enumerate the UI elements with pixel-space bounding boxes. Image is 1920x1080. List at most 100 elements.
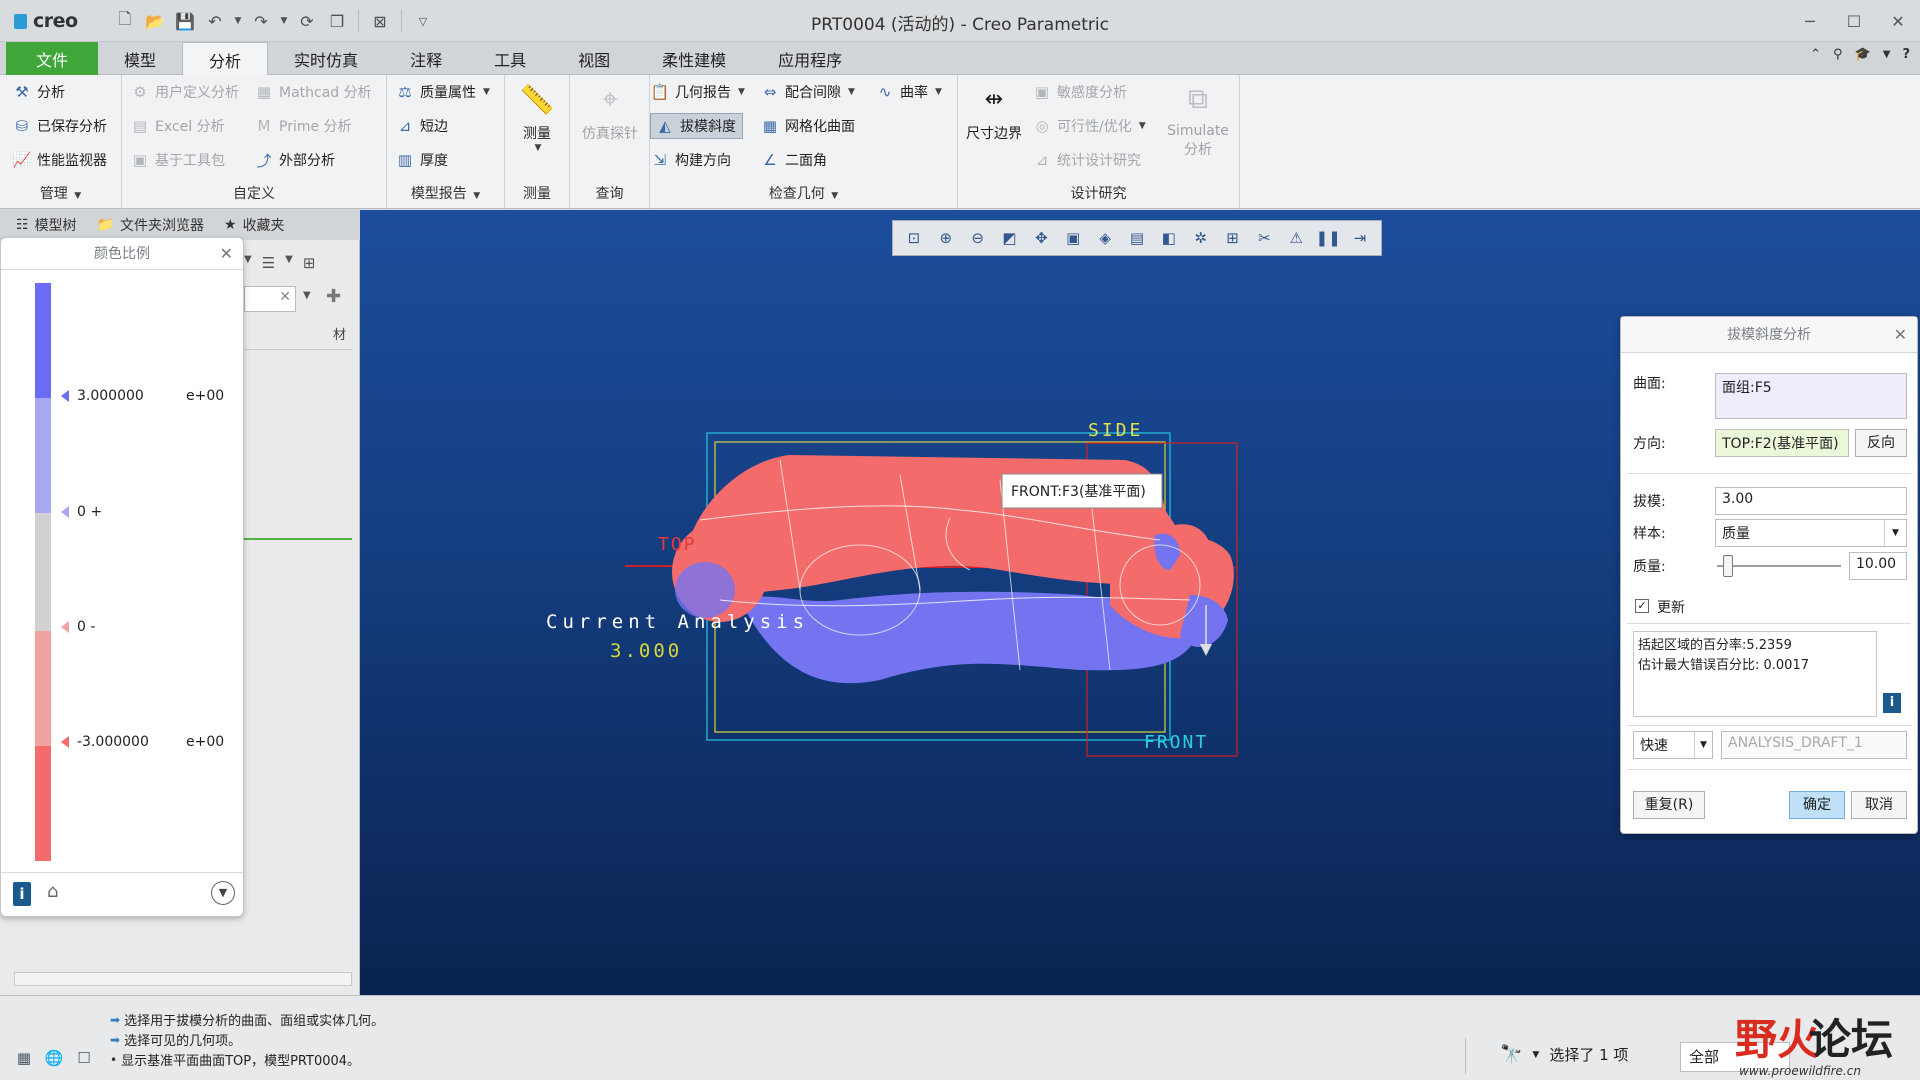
measure-dropdown-icon[interactable]: ▼ bbox=[507, 143, 569, 153]
save-icon[interactable]: 💾 bbox=[172, 8, 198, 34]
info-icon[interactable]: i bbox=[13, 882, 31, 906]
regenerate-icon[interactable]: ⟳ bbox=[294, 8, 320, 34]
sample-select[interactable]: 质量 ▼ bbox=[1715, 519, 1907, 547]
ok-button[interactable]: 确定 bbox=[1789, 791, 1845, 819]
minimize-ribbon-icon[interactable]: ⌃ bbox=[1810, 47, 1821, 62]
tab-model[interactable]: 模型 bbox=[98, 42, 182, 75]
tree-filter-icon[interactable]: ⊞ bbox=[303, 254, 316, 272]
excel-analysis-button[interactable]: ▤ Excel 分析 bbox=[130, 113, 225, 139]
simulation-probe-button[interactable]: ⌖ 仿真探针 bbox=[578, 79, 642, 143]
short-edge-button[interactable]: ⊿ 短边 bbox=[395, 113, 448, 139]
update-checkbox[interactable]: ✓ bbox=[1635, 599, 1649, 613]
marker-icon[interactable] bbox=[61, 506, 69, 518]
tab-folder-browser[interactable]: 📁 文件夹浏览器 bbox=[97, 215, 204, 235]
group-label-manage[interactable]: 管理 ▼ bbox=[0, 183, 121, 203]
mesh-surface-button[interactable]: ▦ 网格化曲面 bbox=[760, 113, 855, 139]
search-help-icon[interactable]: ⚲ bbox=[1833, 47, 1843, 62]
sensitivity-analysis-button[interactable]: ▣ 敏感度分析 bbox=[1032, 79, 1127, 105]
marker-icon[interactable] bbox=[61, 736, 69, 748]
feasibility-optimization-button[interactable]: ◎ 可行性/优化 ▼ bbox=[1032, 113, 1145, 139]
external-analysis-button[interactable]: ⤴ 外部分析 bbox=[254, 147, 335, 173]
close-icon[interactable]: ✕ bbox=[1876, 0, 1920, 42]
mathcad-analysis-button[interactable]: ▦ Mathcad 分析 bbox=[254, 79, 372, 105]
close-window-icon[interactable]: ⊠ bbox=[367, 8, 393, 34]
tab-live-simulation[interactable]: 实时仿真 bbox=[268, 42, 384, 75]
home-icon[interactable]: ⌂ bbox=[47, 881, 58, 902]
prime-analysis-button[interactable]: M Prime 分析 bbox=[254, 113, 352, 139]
close-icon[interactable]: ✕ bbox=[1894, 317, 1907, 353]
undo-icon[interactable]: ↶ bbox=[202, 8, 228, 34]
tab-applications[interactable]: 应用程序 bbox=[752, 42, 868, 75]
minimize-icon[interactable]: ─ bbox=[1788, 0, 1832, 42]
analysis-name-input[interactable]: ANALYSIS_DRAFT_1 bbox=[1721, 731, 1907, 759]
open-folder-icon[interactable]: 📂 bbox=[142, 8, 168, 34]
simulate-analysis-button[interactable]: ⧉ Simulate 分析 bbox=[1162, 79, 1234, 159]
quality-slider-thumb[interactable] bbox=[1722, 555, 1733, 577]
info-icon[interactable]: i bbox=[1883, 693, 1901, 713]
user-defined-analysis-button[interactable]: ⚙ 用户定义分析 bbox=[130, 79, 239, 105]
clear-search-icon[interactable]: ✕ bbox=[279, 289, 291, 305]
options-dropdown-icon[interactable]: ▼ bbox=[1883, 49, 1891, 60]
performance-monitor-button[interactable]: 📈 性能监视器 bbox=[12, 147, 107, 173]
repeat-button[interactable]: 重复(R) bbox=[1633, 791, 1705, 819]
expand-options-icon[interactable]: ▼ bbox=[211, 881, 235, 905]
help-icon[interactable]: ? bbox=[1902, 47, 1910, 62]
tab-annotate[interactable]: 注释 bbox=[384, 42, 468, 75]
tab-flexible-modeling[interactable]: 柔性建模 bbox=[636, 42, 752, 75]
tab-analysis[interactable]: 分析 bbox=[182, 42, 269, 76]
draft-analysis-button[interactable]: ◭ 拔模斜度 bbox=[650, 113, 743, 139]
dihedral-angle-button[interactable]: ∠ 二面角 bbox=[760, 147, 827, 173]
tree-settings-dropdown-icon[interactable]: ▼ bbox=[285, 254, 293, 272]
measure-button[interactable]: 📏 测量 ▼ bbox=[505, 79, 569, 154]
statistical-design-study-button[interactable]: ⊿ 统计设计研究 bbox=[1032, 147, 1141, 173]
windows-icon[interactable]: ❐ bbox=[324, 8, 350, 34]
analysis-button[interactable]: ⚒ 分析 bbox=[12, 79, 65, 105]
direction-collector[interactable]: TOP:F2(基准平面) bbox=[1715, 429, 1849, 457]
geometry-report-button[interactable]: 📋 几何报告 ▼ bbox=[650, 79, 745, 105]
tree-settings-icon[interactable]: ☰ bbox=[262, 254, 275, 272]
learning-connector-icon[interactable]: 🎓 bbox=[1855, 47, 1871, 62]
group-label-inspect-geometry[interactable]: 检查几何 ▼ bbox=[650, 183, 957, 203]
mass-properties-button[interactable]: ⚖ 质量属性 ▼ bbox=[395, 79, 490, 105]
tree-search-input[interactable]: ✕ bbox=[244, 286, 296, 312]
full-screen-icon[interactable]: ☐ bbox=[72, 1046, 96, 1070]
horizontal-scrollbar[interactable] bbox=[14, 972, 352, 986]
draft-angle-input[interactable]: 3.00 bbox=[1715, 487, 1907, 515]
toggle-navigator-icon[interactable]: ▦ bbox=[12, 1046, 36, 1070]
toolkit-based-button[interactable]: ▣ 基于工具包 bbox=[130, 147, 225, 173]
tab-model-tree[interactable]: ☷ 模型树 bbox=[16, 215, 77, 235]
marker-icon[interactable] bbox=[61, 390, 69, 402]
search-dropdown-icon[interactable]: ▼ bbox=[303, 290, 311, 301]
quality-input[interactable]: 10.00 bbox=[1849, 552, 1907, 580]
close-icon[interactable]: ✕ bbox=[220, 238, 233, 270]
clearance-button[interactable]: ⇔ 配合间隙 ▼ bbox=[760, 79, 855, 105]
marker-icon[interactable] bbox=[61, 621, 69, 633]
group-label-model-report[interactable]: 模型报告 ▼ bbox=[387, 183, 504, 203]
selected-count[interactable]: 选择了 1 项 bbox=[1549, 1044, 1628, 1065]
saved-analysis-button[interactable]: ⛁ 已保存分析 bbox=[12, 113, 107, 139]
tab-tools[interactable]: 工具 bbox=[468, 42, 552, 75]
toggle-browser-icon[interactable]: 🌐 bbox=[42, 1046, 66, 1070]
quality-slider-track[interactable] bbox=[1717, 565, 1841, 567]
curvature-button[interactable]: ∿ 曲率 ▼ bbox=[875, 79, 942, 105]
cancel-button[interactable]: 取消 bbox=[1851, 791, 1907, 819]
new-file-icon[interactable]: 🗋 bbox=[112, 8, 138, 34]
reverse-button[interactable]: 反向 bbox=[1855, 429, 1907, 457]
tab-favorites[interactable]: ★ 收藏夹 bbox=[224, 215, 285, 235]
redo-icon[interactable]: ↷ bbox=[248, 8, 274, 34]
maximize-icon[interactable]: ☐ bbox=[1832, 0, 1876, 42]
tree-dropdown-icon[interactable]: ▼ bbox=[244, 254, 252, 272]
tab-view[interactable]: 视图 bbox=[552, 42, 636, 75]
thickness-button[interactable]: ▥ 厚度 bbox=[395, 147, 448, 173]
add-column-icon[interactable]: ✚ bbox=[326, 286, 341, 307]
find-dropdown-icon[interactable]: ▼ bbox=[1532, 1050, 1539, 1060]
tab-file[interactable]: 文件 bbox=[6, 42, 99, 75]
analysis-mode-select[interactable]: 快速 ▼ bbox=[1633, 731, 1713, 759]
redo-dropdown-icon[interactable]: ▼ bbox=[278, 8, 290, 34]
surface-collector[interactable]: 面组:F5 bbox=[1715, 373, 1907, 419]
build-direction-button[interactable]: ⇲ 构建方向 bbox=[650, 147, 731, 173]
dimension-boundary-button[interactable]: ⇹ 尺寸边界 bbox=[962, 79, 1026, 143]
undo-dropdown-icon[interactable]: ▼ bbox=[232, 8, 244, 34]
find-icon[interactable]: 🔭 bbox=[1500, 1044, 1522, 1065]
customize-toolbar-icon[interactable]: ▽ bbox=[410, 8, 436, 34]
